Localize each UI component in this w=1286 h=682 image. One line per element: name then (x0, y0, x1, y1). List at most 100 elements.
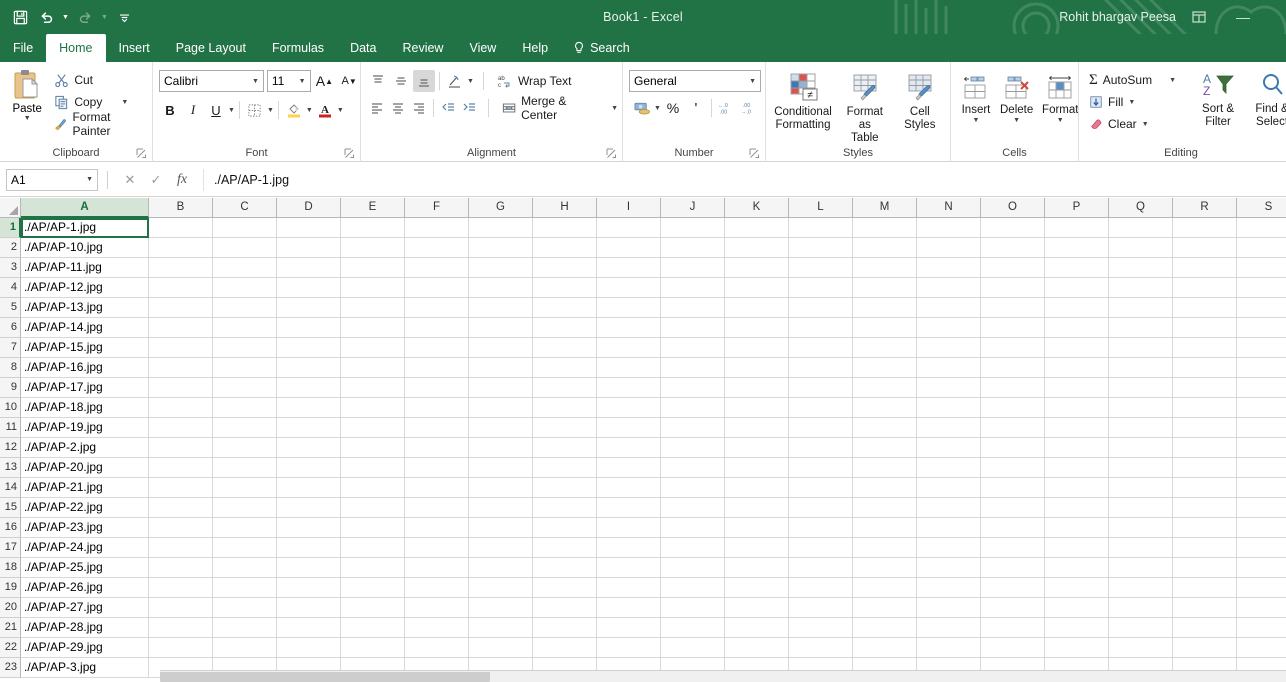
insert-cells-dropdown-icon[interactable]: ▼ (973, 117, 980, 124)
cell-P20[interactable] (1045, 598, 1109, 618)
cell-H17[interactable] (533, 538, 597, 558)
cell-C5[interactable] (213, 298, 277, 318)
cell-C15[interactable] (213, 498, 277, 518)
cell-M10[interactable] (853, 398, 917, 418)
cell-N5[interactable] (917, 298, 981, 318)
cell-Q1[interactable] (1109, 218, 1173, 238)
cell-K16[interactable] (725, 518, 789, 538)
cell-P17[interactable] (1045, 538, 1109, 558)
cell-N17[interactable] (917, 538, 981, 558)
row-header-14[interactable]: 14 (0, 478, 21, 498)
find-and-select-button[interactable]: Find & Select (1246, 69, 1286, 135)
cell-G4[interactable] (469, 278, 533, 298)
row-header-4[interactable]: 4 (0, 278, 21, 298)
cell-F8[interactable] (405, 358, 469, 378)
cell-O8[interactable] (981, 358, 1045, 378)
cell-B18[interactable] (149, 558, 213, 578)
cell-F16[interactable] (405, 518, 469, 538)
cell-J1[interactable] (661, 218, 725, 238)
cell-M16[interactable] (853, 518, 917, 538)
cell-L10[interactable] (789, 398, 853, 418)
row-header-19[interactable]: 19 (0, 578, 21, 598)
insert-function-icon[interactable]: fx (169, 169, 195, 191)
cell-Q18[interactable] (1109, 558, 1173, 578)
cell-L2[interactable] (789, 238, 853, 258)
cell-D16[interactable] (277, 518, 341, 538)
cell-I11[interactable] (597, 418, 661, 438)
cell-D12[interactable] (277, 438, 341, 458)
cell-Q10[interactable] (1109, 398, 1173, 418)
cell-R13[interactable] (1173, 458, 1237, 478)
cell-H3[interactable] (533, 258, 597, 278)
cell-K5[interactable] (725, 298, 789, 318)
cell-K15[interactable] (725, 498, 789, 518)
cell-R21[interactable] (1173, 618, 1237, 638)
accounting-format-button[interactable] (631, 97, 653, 119)
cell-S10[interactable] (1237, 398, 1286, 418)
cell-L20[interactable] (789, 598, 853, 618)
cell-A13[interactable]: ./AP/AP-20.jpg (21, 458, 149, 478)
cell-C13[interactable] (213, 458, 277, 478)
cell-K21[interactable] (725, 618, 789, 638)
cell-Q6[interactable] (1109, 318, 1173, 338)
middle-align-button[interactable] (390, 70, 412, 92)
cell-L19[interactable] (789, 578, 853, 598)
cell-G9[interactable] (469, 378, 533, 398)
cell-A8[interactable]: ./AP/AP-16.jpg (21, 358, 149, 378)
cell-C12[interactable] (213, 438, 277, 458)
cell-I17[interactable] (597, 538, 661, 558)
cell-D3[interactable] (277, 258, 341, 278)
copy-dropdown-icon[interactable]: ▼ (121, 99, 128, 106)
cell-O14[interactable] (981, 478, 1045, 498)
cell-J5[interactable] (661, 298, 725, 318)
cell-E22[interactable] (341, 638, 405, 658)
cell-E4[interactable] (341, 278, 405, 298)
cell-S22[interactable] (1237, 638, 1286, 658)
cell-B4[interactable] (149, 278, 213, 298)
cell-K19[interactable] (725, 578, 789, 598)
cell-G19[interactable] (469, 578, 533, 598)
cell-F6[interactable] (405, 318, 469, 338)
cell-H6[interactable] (533, 318, 597, 338)
cell-P12[interactable] (1045, 438, 1109, 458)
clipboard-dialog-launcher-icon[interactable] (136, 148, 147, 159)
cell-D5[interactable] (277, 298, 341, 318)
cell-P19[interactable] (1045, 578, 1109, 598)
cell-Q11[interactable] (1109, 418, 1173, 438)
cell-M3[interactable] (853, 258, 917, 278)
increase-decimal-button[interactable]: ←.0 .00 (716, 97, 738, 119)
fill-button[interactable]: Fill ▼ (1085, 91, 1180, 113)
cell-H13[interactable] (533, 458, 597, 478)
tab-view[interactable]: View (456, 34, 509, 62)
column-header-j[interactable]: J (661, 198, 725, 218)
merge-and-center-button[interactable]: Merge & Center ▼ (498, 94, 622, 122)
cell-G20[interactable] (469, 598, 533, 618)
cell-G17[interactable] (469, 538, 533, 558)
cell-Q7[interactable] (1109, 338, 1173, 358)
cell-C6[interactable] (213, 318, 277, 338)
cell-I1[interactable] (597, 218, 661, 238)
cell-N19[interactable] (917, 578, 981, 598)
delete-cells-button[interactable]: Delete ▼ (996, 70, 1037, 126)
cell-P1[interactable] (1045, 218, 1109, 238)
cell-E11[interactable] (341, 418, 405, 438)
cell-A3[interactable]: ./AP/AP-11.jpg (21, 258, 149, 278)
cell-H14[interactable] (533, 478, 597, 498)
cell-K3[interactable] (725, 258, 789, 278)
cell-N6[interactable] (917, 318, 981, 338)
tab-insert[interactable]: Insert (106, 34, 163, 62)
cell-P22[interactable] (1045, 638, 1109, 658)
font-name-dropdown-icon[interactable]: ▼ (252, 78, 259, 85)
cell-K2[interactable] (725, 238, 789, 258)
insert-cells-button[interactable]: Insert ▼ (957, 70, 995, 126)
cell-D2[interactable] (277, 238, 341, 258)
cell-A6[interactable]: ./AP/AP-14.jpg (21, 318, 149, 338)
cell-J11[interactable] (661, 418, 725, 438)
cell-R20[interactable] (1173, 598, 1237, 618)
cell-G16[interactable] (469, 518, 533, 538)
cell-D18[interactable] (277, 558, 341, 578)
merge-dropdown-icon[interactable]: ▼ (611, 105, 618, 112)
cell-A16[interactable]: ./AP/AP-23.jpg (21, 518, 149, 538)
cell-F3[interactable] (405, 258, 469, 278)
row-header-10[interactable]: 10 (0, 398, 21, 418)
